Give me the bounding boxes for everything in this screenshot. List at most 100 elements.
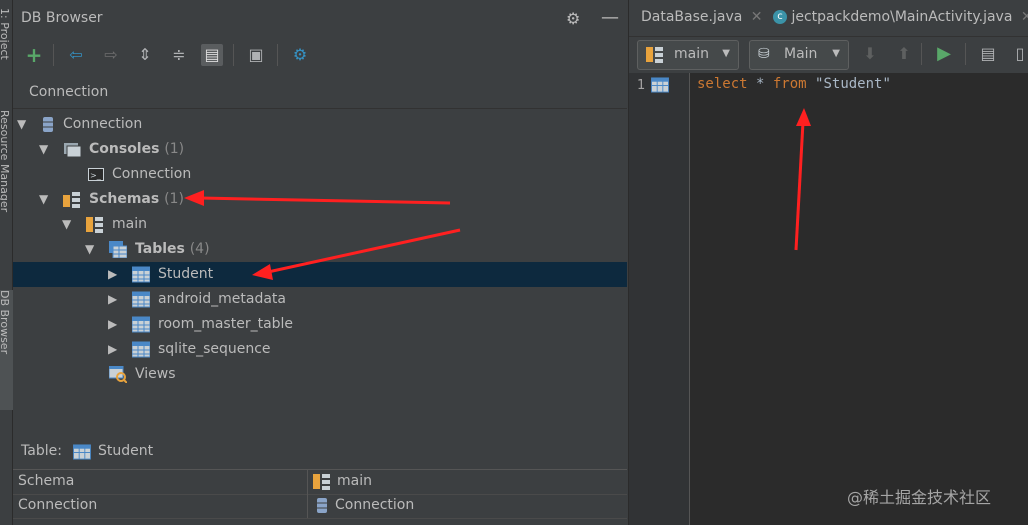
db-settings-icon[interactable]: ⚙ <box>289 44 311 66</box>
collapsed-arrow-icon[interactable]: ▶ <box>108 337 117 362</box>
settings-gear-icon[interactable]: ⚙ <box>566 9 580 28</box>
property-name: Connection <box>18 497 98 513</box>
table-info-label: Table: <box>21 443 62 459</box>
collapsed-arrow-icon[interactable]: ▶ <box>108 262 117 287</box>
sql-space <box>807 76 815 92</box>
forward-arrow-icon[interactable]: ⇨ <box>100 44 122 66</box>
filter-objects-icon[interactable]: ▤ <box>201 44 223 66</box>
class-icon: c <box>773 10 787 24</box>
tree-label: Tables (4) <box>135 241 210 257</box>
left-tool-strip: 1: Project Resource Manager DB Browser <box>0 0 13 525</box>
tree-label: Consoles (1) <box>89 141 185 157</box>
connection-selector[interactable]: Connection <box>29 84 108 100</box>
property-value: main <box>337 473 372 489</box>
svg-text:>_: >_ <box>90 171 102 180</box>
minimize-icon[interactable]: — <box>601 7 619 28</box>
database-icon <box>317 498 327 513</box>
expanded-arrow-icon[interactable]: ▼ <box>62 212 71 237</box>
line-number-gutter: 1 <box>629 73 690 525</box>
schema-icon <box>313 474 330 490</box>
property-value: Connection <box>335 497 415 513</box>
watermark: @稀土掘金技术社区 <box>847 488 992 507</box>
db-browser-toolbar: + ⇦ ⇨ ⇕ ≑ ▤ ▣ ⚙ <box>13 36 627 72</box>
run-play-icon[interactable]: ▶ <box>933 43 955 65</box>
schema-icon <box>646 47 663 63</box>
session-dropdown[interactable]: ⛁ Main ▼ <box>749 40 849 70</box>
table-icon <box>132 316 150 333</box>
expanded-arrow-icon[interactable]: ▼ <box>85 237 94 262</box>
views-icon <box>109 366 127 383</box>
open-console-icon[interactable]: ▣ <box>245 44 267 66</box>
chevron-down-icon: ▼ <box>832 48 840 59</box>
tree-item-connection[interactable]: ▼ Connection <box>13 112 627 137</box>
consoles-icon <box>64 143 81 158</box>
close-icon[interactable]: ✕ <box>751 9 763 25</box>
sql-operator: * <box>747 76 773 92</box>
close-icon[interactable]: ✕ <box>1021 9 1028 25</box>
table-icon <box>132 341 150 358</box>
expanded-arrow-icon[interactable]: ▼ <box>39 137 48 162</box>
table-row[interactable]: Schema main <box>13 470 627 495</box>
schema-icon <box>86 217 103 233</box>
tree-label: Connection <box>63 116 143 132</box>
table-row[interactable]: Connection Connection <box>13 494 627 519</box>
add-connection-icon[interactable]: + <box>23 44 45 66</box>
execute-script-icon[interactable]: ▤ <box>977 43 999 65</box>
tree-item-table[interactable]: ▶ android_metadata <box>13 287 627 312</box>
session-icon: ⛁ <box>758 46 770 62</box>
tree-label: Schemas (1) <box>89 191 184 207</box>
tab-mainactivity-java[interactable]: c jectpackdemo\MainActivity.java ✕ <box>773 9 1028 25</box>
collapse-all-icon[interactable]: ≑ <box>168 44 190 66</box>
tree-label: main <box>112 216 147 232</box>
tab-label: jectpackdemo\MainActivity.java <box>791 9 1013 25</box>
expanded-arrow-icon[interactable]: ▼ <box>17 112 26 137</box>
collapsed-arrow-icon[interactable]: ▶ <box>108 287 117 312</box>
expand-all-icon[interactable]: ⇕ <box>134 44 156 66</box>
table-info-value: Student <box>98 443 154 459</box>
tree-item-table[interactable]: ▶ room_master_table <box>13 312 627 337</box>
database-icon <box>43 117 53 132</box>
schema-dropdown-value: main <box>674 46 709 62</box>
sql-code-line[interactable]: select * from "Student" <box>697 76 891 92</box>
rollback-icon[interactable]: ⬆ <box>893 43 915 65</box>
tree-item-views[interactable]: Views <box>13 362 627 387</box>
tree-item-schemas[interactable]: ▼ Schemas (1) <box>13 187 627 212</box>
tree-item-console-connection[interactable]: >_ Connection <box>13 162 627 187</box>
property-name: Schema <box>18 473 75 489</box>
tree-label: Student <box>158 266 214 282</box>
database-tree: ▼ Connection ▼ Consoles (1) >_ Connectio… <box>13 112 627 432</box>
project-side-tab[interactable]: 1: Project <box>0 8 13 88</box>
table-icon <box>73 444 91 460</box>
more-icon[interactable]: ▯ <box>1009 43 1028 65</box>
tab-label: DataBase.java <box>641 9 743 25</box>
tree-label: sqlite_sequence <box>158 341 271 357</box>
session-dropdown-value: Main <box>784 46 818 62</box>
db-browser-header: DB Browser ⚙ — <box>13 0 627 36</box>
db-browser-side-tab[interactable]: DB Browser <box>0 290 13 410</box>
tree-item-consoles[interactable]: ▼ Consoles (1) <box>13 137 627 162</box>
resource-manager-side-tab[interactable]: Resource Manager <box>0 110 13 270</box>
properties-table: Schema main Connection Connection <box>13 469 627 520</box>
back-arrow-icon[interactable]: ⇦ <box>65 44 87 66</box>
schema-dropdown[interactable]: main ▼ <box>637 40 739 70</box>
table-icon <box>132 291 150 308</box>
tree-item-schema-main[interactable]: ▼ main <box>13 212 627 237</box>
tab-database-java[interactable]: DataBase.java ✕ <box>641 9 763 25</box>
commit-icon[interactable]: ⬇ <box>859 43 881 65</box>
tree-item-tables[interactable]: ▼ Tables (4) <box>13 237 627 262</box>
tree-label: Connection <box>112 166 192 182</box>
sql-keyword: select <box>697 76 748 92</box>
tree-label: android_metadata <box>158 291 286 307</box>
sql-editor-area: DataBase.java ✕ c jectpackdemo\MainActiv… <box>628 0 1028 525</box>
expanded-arrow-icon[interactable]: ▼ <box>39 187 48 212</box>
tree-item-table[interactable]: ▶ sqlite_sequence <box>13 337 627 362</box>
tree-label: Views <box>135 366 176 382</box>
divider <box>13 108 627 109</box>
collapsed-arrow-icon[interactable]: ▶ <box>108 312 117 337</box>
tables-icon <box>109 241 127 258</box>
tree-label: room_master_table <box>158 316 294 332</box>
console-icon: >_ <box>88 168 104 181</box>
chevron-down-icon: ▼ <box>722 48 730 59</box>
tree-item-table[interactable]: ▶ Student <box>13 262 627 287</box>
schemas-icon <box>63 192 80 208</box>
